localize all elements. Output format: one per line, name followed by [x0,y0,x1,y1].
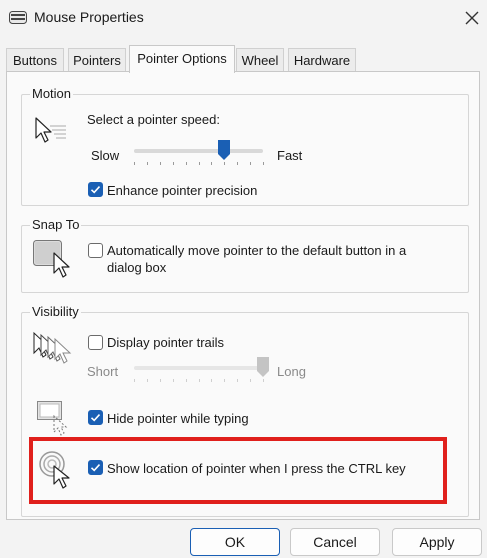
tab-wheel[interactable]: Wheel [236,48,284,72]
pointer-speed-slider[interactable] [217,139,231,161]
slider-tick [263,379,264,382]
slider-tick [173,162,174,165]
pointer-trails-label: Display pointer trails [107,335,225,350]
tab-strip: Buttons Pointers Pointer Options Wheel H… [6,45,476,73]
slider-tick [160,162,161,165]
slider-tick [147,379,148,382]
title-bar: Mouse Properties [0,0,487,36]
slider-tick [134,379,135,382]
slider-tick [263,162,264,165]
ok-button[interactable]: OK [190,528,280,556]
pointer-speed-icon [35,117,66,143]
tab-hardware[interactable]: Hardware [288,48,356,72]
snap-to-label-line2: dialog box [107,260,167,275]
slider-tick [237,162,238,165]
trail-length-track [134,366,263,370]
visibility-legend: Visibility [30,304,81,319]
slider-tick [224,379,225,382]
fast-label: Fast [277,148,303,163]
hide-pointer-icon [37,401,68,436]
snap-to-group: Snap To [21,217,469,293]
slider-tick [186,162,187,165]
close-icon[interactable] [460,6,484,30]
slider-tick [199,162,200,165]
motion-legend: Motion [30,86,74,101]
slider-tick [173,379,174,382]
pointer-trails-checkbox[interactable] [88,335,103,350]
hide-while-typing-checkbox[interactable] [88,410,103,425]
snap-to-legend: Snap To [30,217,82,232]
pointer-trails-icon [33,331,72,364]
snap-to-checkbox[interactable] [88,243,103,258]
long-label: Long [277,364,306,379]
highlight-box [29,437,447,504]
cancel-button[interactable]: Cancel [290,528,380,556]
slider-tick [199,379,200,382]
slider-tick [211,162,212,165]
enhance-precision-label: Enhance pointer precision [107,183,258,198]
slider-tick [147,162,148,165]
slider-tick [186,379,187,382]
tab-buttons[interactable]: Buttons [6,48,64,72]
slow-label: Slow [91,148,120,163]
trail-length-slider [257,357,269,377]
slider-tick [250,162,251,165]
pointer-speed-label: Select a pointer speed: [87,112,220,127]
slider-tick [134,162,135,165]
enhance-precision-checkbox[interactable] [88,182,103,197]
checkmark-icon [90,186,101,194]
snap-to-label-line1: Automatically move pointer to the defaul… [107,243,407,258]
slider-tick [237,379,238,382]
snap-to-icon [33,240,70,278]
hide-while-typing-label: Hide pointer while typing [107,411,249,426]
window-title: Mouse Properties [34,9,144,25]
apply-button[interactable]: Apply [392,528,482,556]
short-label: Short [87,364,119,379]
tab-pointers[interactable]: Pointers [68,48,126,72]
tab-pointer-options[interactable]: Pointer Options [129,45,235,73]
slider-tick [160,379,161,382]
pointer-speed-track [134,149,263,153]
checkmark-icon [90,414,101,422]
slider-tick [250,379,251,382]
slider-tick [211,379,212,382]
slider-tick [224,162,225,165]
mouse-icon [9,11,27,24]
